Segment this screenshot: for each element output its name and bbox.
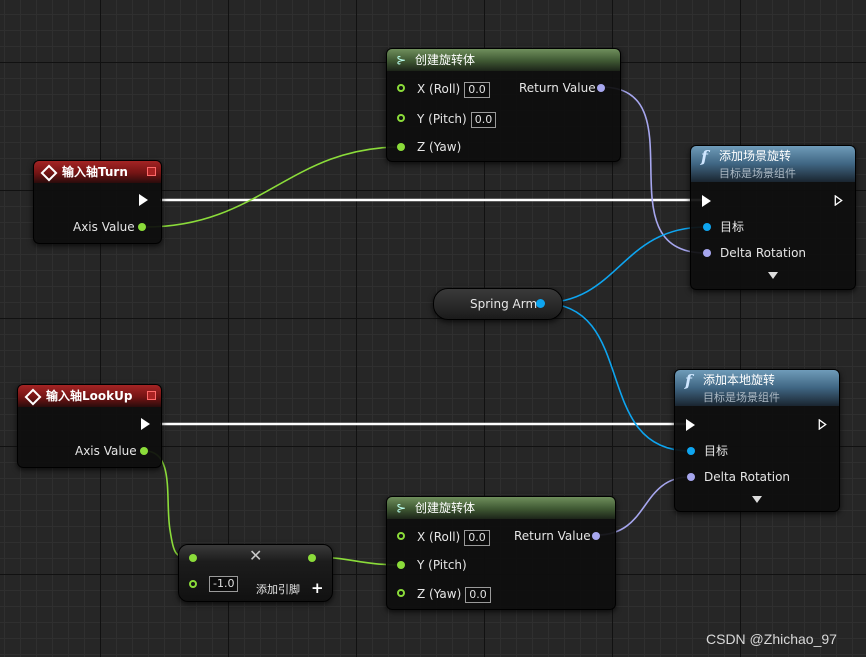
expand-chevron-icon[interactable] <box>768 272 778 279</box>
z-yaw-label: Z (Yaw) <box>417 587 462 601</box>
make-rotator-node-bottom[interactable]: ⊱ 创建旋转体 X (Roll) 0.0 Y (Pitch) Z (Yaw) 0.0… <box>386 496 616 610</box>
node-title: 输入轴LookUp <box>46 389 133 403</box>
z-yaw-input[interactable]: 0.0 <box>465 587 491 603</box>
multiply-node[interactable]: ✕ -1.0 添加引脚 + <box>178 544 333 602</box>
input-b-value[interactable]: -1.0 <box>209 576 239 592</box>
add-world-rotation-node[interactable]: f 添加场景旋转 目标是场景组件 目标 Delta Rotation <box>690 145 856 290</box>
y-pitch-input[interactable]: 0.0 <box>470 112 497 128</box>
input-axis-turn-node[interactable]: 输入轴Turn Axis Value <box>33 160 162 244</box>
delta-rotation-label: Delta Rotation <box>704 470 791 484</box>
y-pitch-pin[interactable] <box>397 561 405 569</box>
node-subtitle: 目标是场景组件 <box>719 167 796 180</box>
z-yaw-row: Z (Yaw) 0.0 <box>417 586 491 603</box>
spring-arm-out-pin[interactable] <box>536 299 545 308</box>
x-roll-label: X (Roll) <box>417 530 461 544</box>
multiply-icon: ✕ <box>249 546 263 565</box>
struct-icon: ⊱ <box>396 501 407 515</box>
delta-rotation-label: Delta Rotation <box>720 246 807 260</box>
x-roll-label: X (Roll) <box>417 82 461 96</box>
x-roll-pin[interactable] <box>397 84 405 92</box>
z-yaw-label: Z (Yaw) <box>417 140 462 154</box>
return-value-label: Return Value <box>514 529 591 543</box>
add-pin-label[interactable]: 添加引脚 <box>256 582 300 598</box>
exec-out-pin[interactable] <box>834 195 843 206</box>
function-icon: f <box>685 371 692 390</box>
event-delegate-icon[interactable] <box>147 167 156 176</box>
node-title: 创建旋转体 <box>415 501 476 515</box>
watermark: CSDN @Zhichao_97 <box>706 631 837 647</box>
variable-label: Spring Arm <box>470 297 538 311</box>
x-roll-row: X (Roll) 0.0 <box>417 529 490 546</box>
node-header[interactable]: ⊱ 创建旋转体 <box>387 497 615 519</box>
y-pitch-pin[interactable] <box>397 114 405 122</box>
delta-rotation-pin[interactable] <box>687 473 695 481</box>
axis-value-label: Axis Value <box>75 444 137 458</box>
target-pin[interactable] <box>687 447 695 455</box>
struct-icon: ⊱ <box>396 53 407 67</box>
axis-value-pin[interactable] <box>138 223 146 231</box>
node-subtitle: 目标是场景组件 <box>703 391 780 404</box>
node-title: 输入轴Turn <box>62 165 128 179</box>
input-axis-lookup-node[interactable]: 输入轴LookUp Axis Value <box>17 384 162 468</box>
return-value-pin[interactable] <box>597 84 605 92</box>
axis-value-label: Axis Value <box>73 220 135 234</box>
z-yaw-pin[interactable] <box>397 143 405 151</box>
exec-out-pin[interactable] <box>141 418 150 430</box>
x-roll-input[interactable]: 0.0 <box>464 530 490 546</box>
node-header[interactable]: 输入轴LookUp <box>18 385 161 407</box>
exec-out-pin[interactable] <box>818 419 827 430</box>
node-header[interactable]: ⊱ 创建旋转体 <box>387 49 620 71</box>
return-value-pin[interactable] <box>592 532 600 540</box>
input-a-pin[interactable] <box>189 554 197 562</box>
exec-in-pin[interactable] <box>686 419 695 431</box>
event-icon <box>40 164 58 182</box>
add-local-rotation-node[interactable]: f 添加本地旋转 目标是场景组件 目标 Delta Rotation <box>674 369 840 512</box>
function-icon: f <box>701 147 708 166</box>
x-roll-pin[interactable] <box>397 532 405 540</box>
make-rotator-node-top[interactable]: ⊱ 创建旋转体 X (Roll) 0.0 Y (Pitch) 0.0 Z (Yaw)… <box>386 48 621 162</box>
result-pin[interactable] <box>308 554 316 562</box>
target-pin[interactable] <box>703 223 711 231</box>
y-pitch-label: Y (Pitch) <box>417 558 467 572</box>
exec-out-pin[interactable] <box>139 194 148 206</box>
x-roll-input[interactable]: 0.0 <box>464 82 490 98</box>
y-pitch-label: Y (Pitch) <box>417 112 467 126</box>
return-value-label: Return Value <box>519 81 596 95</box>
node-title: 添加本地旋转 <box>703 373 776 387</box>
object-wire-to-local <box>540 302 691 452</box>
x-roll-row: X (Roll) 0.0 <box>417 81 490 98</box>
node-header[interactable]: f 添加本地旋转 目标是场景组件 <box>675 370 839 406</box>
object-wire-to-world <box>540 226 707 304</box>
node-header[interactable]: f 添加场景旋转 目标是场景组件 <box>691 146 855 182</box>
spring-arm-variable-node[interactable]: Spring Arm <box>433 288 563 320</box>
node-header[interactable]: 输入轴Turn <box>34 161 161 183</box>
add-pin-plus-icon[interactable]: + <box>311 580 324 596</box>
expand-chevron-icon[interactable] <box>752 496 762 503</box>
exec-in-pin[interactable] <box>702 195 711 207</box>
node-title: 添加场景旋转 <box>719 149 792 163</box>
node-title: 创建旋转体 <box>415 53 476 67</box>
target-label: 目标 <box>704 444 729 458</box>
event-icon <box>24 388 42 406</box>
target-label: 目标 <box>720 220 745 234</box>
float-wire-turn-to-yaw <box>145 146 401 228</box>
delta-rotation-pin[interactable] <box>703 249 711 257</box>
event-delegate-icon[interactable] <box>147 391 156 400</box>
z-yaw-pin[interactable] <box>397 589 405 597</box>
y-pitch-row: Y (Pitch) 0.0 <box>417 111 497 128</box>
axis-value-pin[interactable] <box>140 447 148 455</box>
input-b-pin[interactable] <box>189 580 197 588</box>
